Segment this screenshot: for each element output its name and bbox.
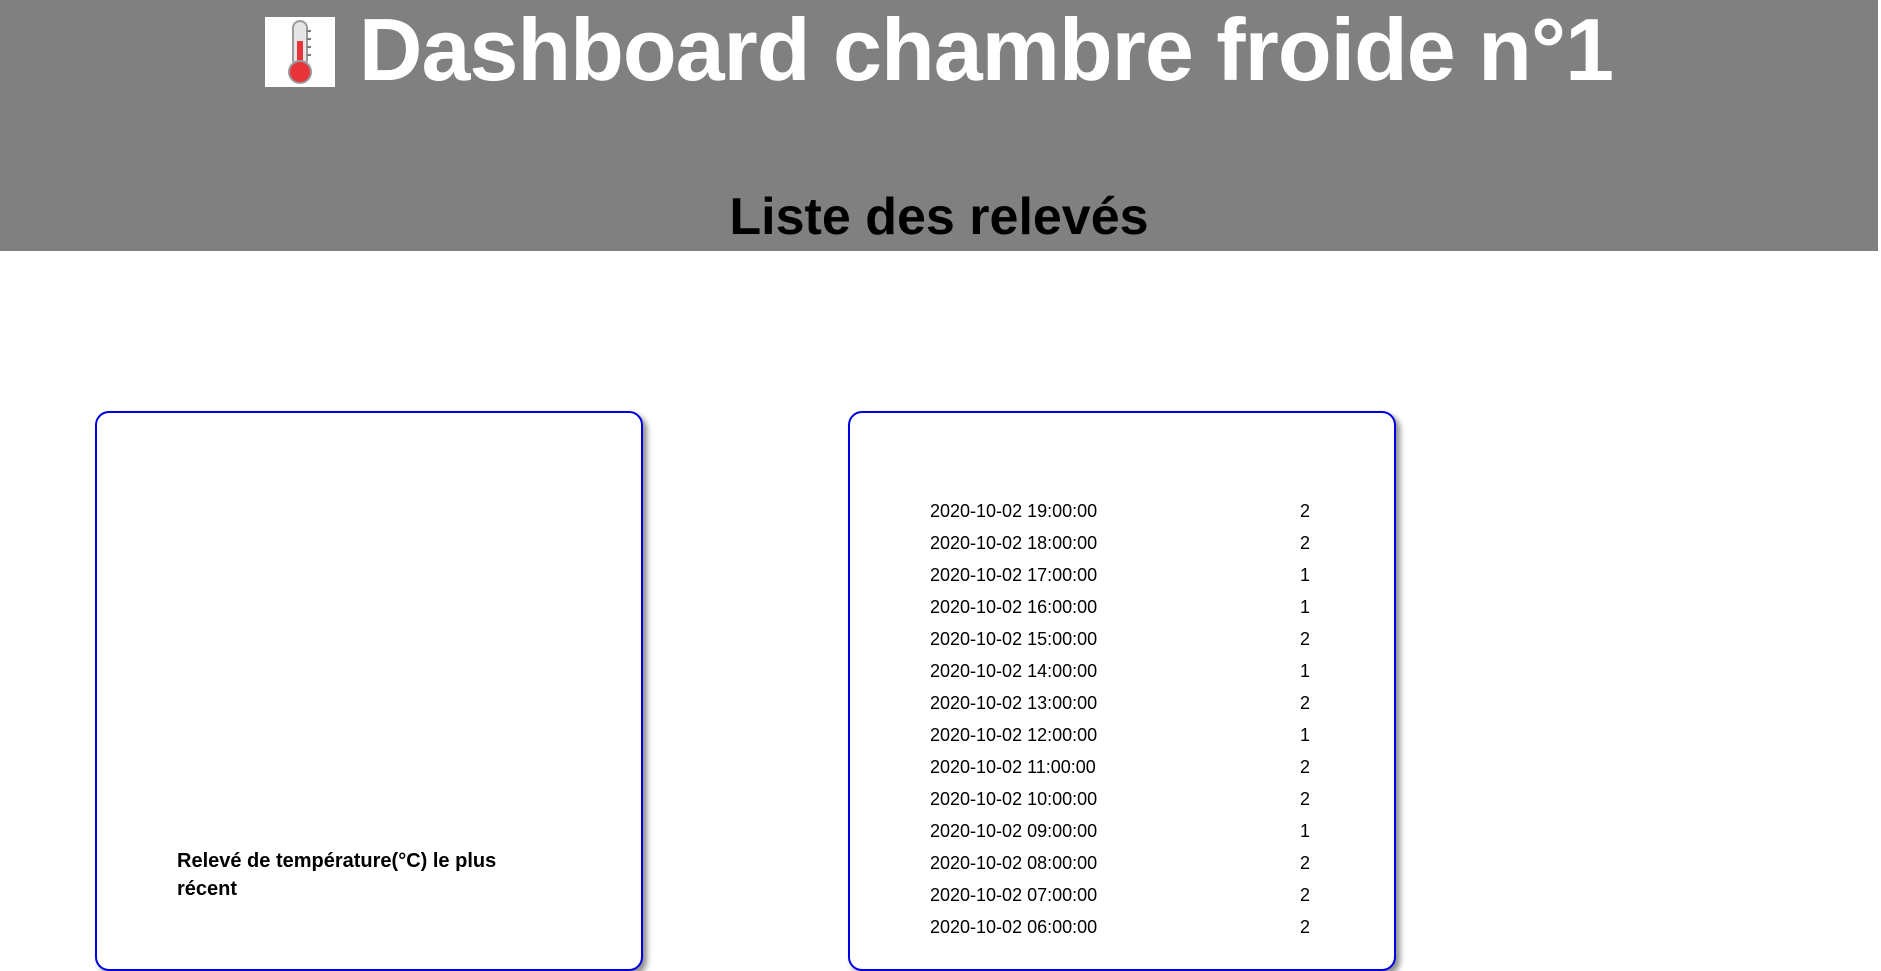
reading-row: 2020-10-02 16:00:00 1 xyxy=(930,591,1330,623)
reading-row: 2020-10-02 11:00:00 2 xyxy=(930,751,1330,783)
reading-value: 2 xyxy=(1300,884,1311,905)
reading-row: 2020-10-02 13:00:00 2 xyxy=(930,687,1330,719)
reading-value: 1 xyxy=(1300,820,1311,841)
reading-row: 2020-10-02 14:00:00 1 xyxy=(930,655,1330,687)
reading-value: 2 xyxy=(1300,500,1311,521)
reading-row: 2020-10-02 18:00:00 2 xyxy=(930,527,1330,559)
reading-value: 2 xyxy=(1300,532,1311,553)
reading-row: 2020-10-02 10:00:00 2 xyxy=(930,783,1330,815)
reading-row: 2020-10-02 19:00:00 2 xyxy=(930,495,1330,527)
reading-value: 2 xyxy=(1300,692,1311,713)
reading-value: 2 xyxy=(1300,788,1311,809)
reading-datetime: 2020-10-02 11:00:00 xyxy=(930,756,1096,777)
reading-value: 2 xyxy=(1300,756,1311,777)
reading-datetime: 2020-10-02 08:00:00 xyxy=(930,852,1098,873)
reading-row: 2020-10-02 12:00:00 1 xyxy=(930,719,1330,751)
page-title: Dashboard chambre froide n°1 xyxy=(358,0,1614,99)
reading-row: 2020-10-02 07:00:00 2 xyxy=(930,879,1330,911)
reading-datetime: 2020-10-02 10:00:00 xyxy=(930,788,1098,809)
reading-value: 2 xyxy=(1300,916,1311,937)
reading-datetime: 2020-10-02 06:00:00 xyxy=(930,916,1098,937)
reading-value: 1 xyxy=(1300,660,1311,681)
reading-value: 2 xyxy=(1300,852,1311,873)
reading-datetime: 2020-10-02 13:00:00 xyxy=(930,692,1098,713)
reading-row: 2020-10-02 17:00:00 1 xyxy=(930,559,1330,591)
reading-datetime: 2020-10-02 18:00:00 xyxy=(930,532,1098,553)
reading-value: 1 xyxy=(1300,564,1311,585)
latest-reading-card: Relevé de température(°C) le plus récent xyxy=(95,411,643,971)
reading-row: 2020-10-02 06:00:00 2 xyxy=(930,911,1330,943)
reading-row: 2020-10-02 08:00:00 2 xyxy=(930,847,1330,879)
reading-datetime: 2020-10-02 14:00:00 xyxy=(930,660,1098,681)
title-row: Dashboard chambre froide n°1 xyxy=(0,0,1878,110)
reading-value: 2 xyxy=(1300,628,1311,649)
reading-datetime: 2020-10-02 19:00:00 xyxy=(930,500,1098,521)
reading-value: 1 xyxy=(1300,596,1311,617)
readings-list-card: 2020-10-02 19:00:00 2 2020-10-02 18:00:00 2… xyxy=(848,411,1396,971)
reading-datetime: 2020-10-02 16:00:00 xyxy=(930,596,1098,617)
reading-row: 2020-10-02 09:00:00 1 xyxy=(930,815,1330,847)
reading-datetime: 2020-10-02 12:00:00 xyxy=(930,724,1098,745)
reading-datetime: 2020-10-02 17:00:00 xyxy=(930,564,1098,585)
latest-reading-label: Relevé de température(°C) le plus récent xyxy=(177,850,497,900)
reading-value: 1 xyxy=(1300,724,1311,745)
header-banner: Dashboard chambre froide n°1 Liste des r… xyxy=(0,0,1878,251)
readings-list: 2020-10-02 19:00:00 2 2020-10-02 18:00:00 2… xyxy=(930,495,1330,943)
reading-datetime: 2020-10-02 15:00:00 xyxy=(930,628,1098,649)
thermometer-icon xyxy=(264,17,335,87)
reading-datetime: 2020-10-02 09:00:00 xyxy=(930,820,1098,841)
reading-datetime: 2020-10-02 07:00:00 xyxy=(930,884,1098,905)
page-subtitle: Liste des relevés xyxy=(729,188,1149,246)
reading-row: 2020-10-02 15:00:00 2 xyxy=(930,623,1330,655)
